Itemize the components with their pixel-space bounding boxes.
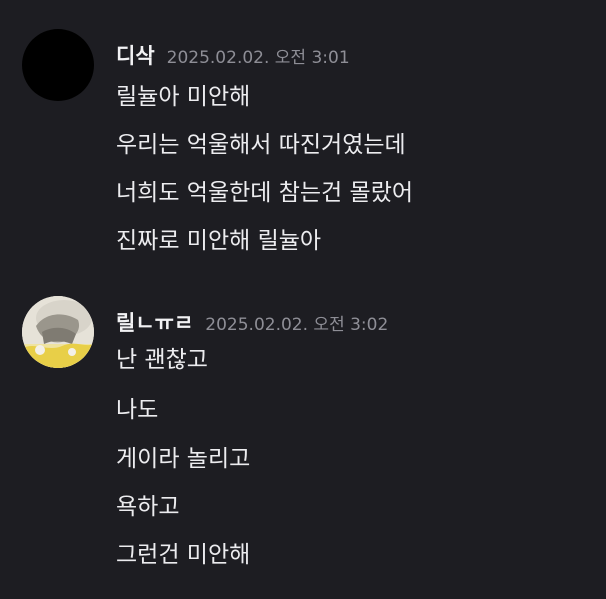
timestamp: 2025.02.02. 오전 3:02 [205, 315, 389, 335]
message-line: 너희도 억울한데 참는건 몰랐어 [116, 180, 414, 206]
message-line: 욕하고 [116, 494, 180, 520]
message-line: 우리는 억울해서 따진거였는데 [116, 132, 406, 158]
message-line: 난 괜찮고 [116, 347, 208, 373]
user-avatar[interactable] [22, 29, 94, 101]
message-line: 그런건 미안해 [116, 542, 251, 568]
message-header: 릴ㄴㅠㄹ 2025.02.02. 오전 3:02 [116, 307, 388, 337]
username[interactable]: 릴ㄴㅠㄹ [116, 307, 193, 337]
username[interactable]: 디삭 [116, 40, 155, 70]
message-header: 디삭 2025.02.02. 오전 3:01 [116, 40, 350, 70]
message-line: 진짜로 미안해 릴뉼아 [116, 228, 322, 254]
timestamp: 2025.02.02. 오전 3:01 [166, 48, 350, 68]
message-line: 나도 [116, 397, 159, 423]
message-line: 릴뉼아 미안해 [116, 84, 251, 110]
avatar-photo-image [22, 296, 94, 368]
user-avatar[interactable] [22, 296, 94, 368]
message-line: 게이라 놀리고 [116, 446, 251, 472]
